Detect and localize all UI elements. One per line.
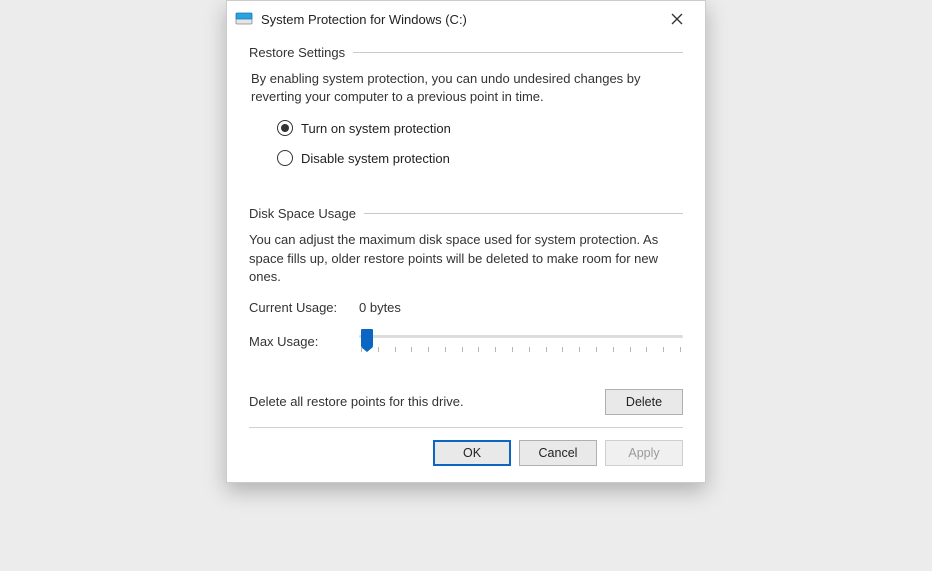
- max-usage-slider[interactable]: [359, 329, 683, 355]
- radio-disable[interactable]: Disable system protection: [277, 150, 683, 166]
- current-usage-label: Current Usage:: [249, 300, 359, 315]
- titlebar: System Protection for Windows (C:): [227, 1, 705, 37]
- radio-turn-on[interactable]: Turn on system protection: [277, 120, 683, 136]
- max-usage-row: Max Usage:: [249, 329, 683, 355]
- divider: [364, 213, 683, 214]
- dialog-content: Restore Settings By enabling system prot…: [227, 37, 705, 482]
- system-protection-dialog: System Protection for Windows (C:) Resto…: [226, 0, 706, 483]
- close-button[interactable]: [657, 5, 697, 33]
- restore-heading-label: Restore Settings: [249, 45, 345, 60]
- radio-icon: [277, 120, 293, 136]
- slider-thumb[interactable]: [361, 329, 373, 347]
- restore-settings-heading: Restore Settings: [249, 45, 683, 60]
- cancel-button[interactable]: Cancel: [519, 440, 597, 466]
- delete-description: Delete all restore points for this drive…: [249, 394, 605, 409]
- disk-heading-label: Disk Space Usage: [249, 206, 356, 221]
- disk-description: You can adjust the maximum disk space us…: [249, 231, 683, 286]
- drive-icon: [235, 10, 253, 28]
- delete-row: Delete all restore points for this drive…: [249, 389, 683, 415]
- restore-description: By enabling system protection, you can u…: [251, 70, 683, 106]
- current-usage-value: 0 bytes: [359, 300, 401, 315]
- radio-on-label: Turn on system protection: [301, 121, 451, 136]
- apply-button[interactable]: Apply: [605, 440, 683, 466]
- footer-divider: [249, 427, 683, 428]
- dialog-footer: OK Cancel Apply: [249, 440, 683, 468]
- radio-icon: [277, 150, 293, 166]
- radio-off-label: Disable system protection: [301, 151, 450, 166]
- ok-button[interactable]: OK: [433, 440, 511, 466]
- current-usage-row: Current Usage: 0 bytes: [249, 300, 683, 315]
- restore-radio-group: Turn on system protection Disable system…: [277, 120, 683, 166]
- delete-button[interactable]: Delete: [605, 389, 683, 415]
- window-title: System Protection for Windows (C:): [261, 12, 657, 27]
- disk-space-heading: Disk Space Usage: [249, 206, 683, 221]
- divider: [353, 52, 683, 53]
- max-usage-label: Max Usage:: [249, 334, 359, 349]
